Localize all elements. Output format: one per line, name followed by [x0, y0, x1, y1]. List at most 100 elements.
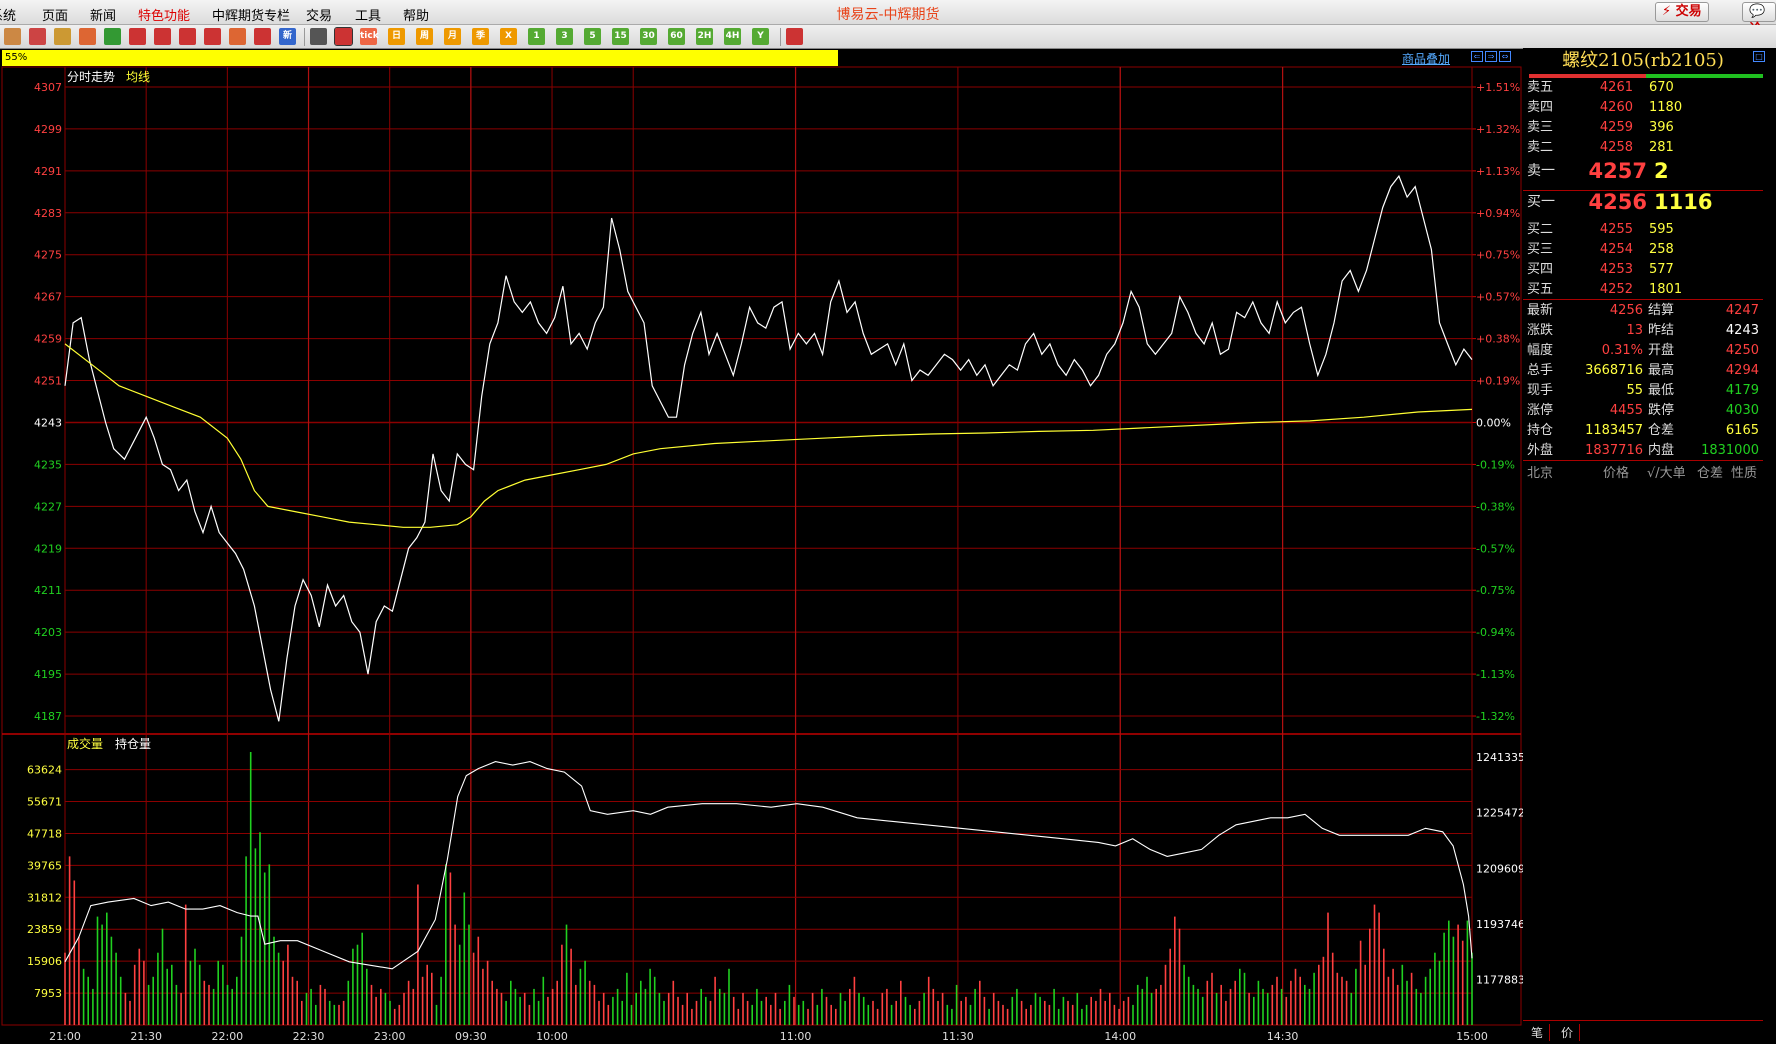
trade-button[interactable]: ⚡ 交易: [1655, 2, 1709, 22]
yearly-icon[interactable]: Y: [752, 28, 769, 45]
stat-item: 开盘 4250: [1648, 341, 1759, 361]
percent-tick-label: +1.32%: [1476, 123, 1520, 136]
stat-label: 幅度: [1527, 343, 1554, 358]
weekly-icon[interactable]: 周: [416, 28, 433, 45]
30min-icon[interactable]: 30: [640, 28, 657, 45]
ask-row[interactable]: 卖五 4261 670: [1523, 78, 1763, 98]
menu-item-4[interactable]: 中辉期货专栏: [212, 5, 290, 24]
order-price: 4252: [1599, 282, 1633, 297]
open-interest-legend-label: 持仓量: [115, 736, 151, 751]
stat-item: 仓差 6165: [1648, 421, 1759, 441]
restore-icon[interactable]: ⇐: [1471, 51, 1483, 62]
order-level-label: 卖一: [1527, 163, 1555, 179]
menu-item-6[interactable]: 工具: [355, 5, 381, 24]
ask-row[interactable]: 卖三 4259 396: [1523, 118, 1763, 138]
trade-header-col: 性质: [1731, 466, 1758, 481]
stat-value: 4179: [1725, 383, 1759, 398]
filter-icon[interactable]: [254, 28, 271, 45]
price-legend-label: 分时走势: [67, 70, 115, 84]
home-icon[interactable]: [29, 28, 46, 45]
bid-row[interactable]: 买一 4256 1116: [1523, 190, 1763, 214]
5min-icon[interactable]: 5: [584, 28, 601, 45]
time-axis-label: 10:00: [536, 1030, 568, 1043]
toolbar-separator: [304, 28, 305, 46]
order-volume: 2: [1654, 159, 1669, 183]
menu-item-2[interactable]: 新闻: [90, 5, 116, 24]
panel-toggle-icon[interactable]: □: [1753, 51, 1765, 62]
bid-row[interactable]: 买五 4252 1801: [1523, 280, 1763, 300]
15min-icon[interactable]: 15: [612, 28, 629, 45]
stat-value: 1837716: [1585, 443, 1643, 458]
book-icon[interactable]: [54, 28, 71, 45]
2hour-icon[interactable]: 2H: [696, 28, 713, 45]
stat-item: 最新 4256: [1527, 301, 1643, 321]
menu-item-3[interactable]: 特色功能: [138, 5, 190, 24]
tick-icon[interactable]: tick: [360, 28, 379, 45]
menu-item-0[interactable]: 系统: [0, 5, 16, 24]
price-tick-label: 4195: [34, 668, 62, 681]
order-price: 4257: [1588, 159, 1647, 183]
bid-row[interactable]: 买三 4254 258: [1523, 240, 1763, 260]
stat-item: 持仓 1183457: [1527, 421, 1643, 441]
quarterly-icon[interactable]: 季: [472, 28, 489, 45]
price-tick-label: 4251: [34, 375, 62, 388]
trade-tabs: 笔价: [1523, 1020, 1763, 1044]
ask-row[interactable]: 卖二 4258 281: [1523, 138, 1763, 158]
stat-value: 4243: [1725, 323, 1759, 338]
brush-icon[interactable]: [229, 28, 246, 45]
price-line: [64, 174, 1473, 722]
bid-row[interactable]: 买四 4253 577: [1523, 260, 1763, 280]
zoom-out-icon[interactable]: [154, 28, 171, 45]
volume-tick-label: 31812: [27, 891, 62, 904]
order-volume: 670: [1649, 80, 1674, 95]
intraday-chart-icon[interactable]: [334, 27, 353, 46]
stat-item: 最高 4294: [1648, 361, 1759, 381]
menu-item-5[interactable]: 交易: [306, 5, 332, 24]
percent-tick-label: -1.13%: [1476, 668, 1515, 681]
stat-value: 4250: [1725, 343, 1759, 358]
zoom-in-icon[interactable]: [129, 28, 146, 45]
stat-label: 内盘: [1648, 443, 1675, 458]
stat-item: 最低 4179: [1648, 381, 1759, 401]
1min-icon[interactable]: 1: [528, 28, 545, 45]
maximize-icon[interactable]: ⇒: [1485, 51, 1497, 62]
calendar-icon[interactable]: [786, 28, 803, 45]
daily-icon[interactable]: 日: [388, 28, 405, 45]
forum-button[interactable]: 💬论: [1742, 2, 1776, 37]
ask-row[interactable]: 卖一 4257 2: [1523, 159, 1763, 183]
bid-row[interactable]: 买二 4255 595: [1523, 220, 1763, 240]
close-panel-icon[interactable]: ⇔: [1499, 51, 1511, 62]
pen-icon[interactable]: [204, 28, 221, 45]
trade-tab-1[interactable]: 价: [1555, 1024, 1581, 1041]
monthly-icon[interactable]: 月: [444, 28, 461, 45]
volume-tick-label: 7953: [34, 987, 62, 1000]
overlay-commodity-link[interactable]: 商品叠加: [1402, 50, 1450, 67]
menu-item-1[interactable]: 页面: [42, 5, 68, 24]
open-interest-tick-label: 1209609: [1476, 862, 1523, 875]
stat-label: 外盘: [1527, 443, 1554, 458]
order-volume: 258: [1649, 242, 1674, 257]
60min-icon[interactable]: 60: [668, 28, 685, 45]
stat-label: 昨结: [1648, 323, 1675, 338]
time-axis-label: 22:00: [211, 1030, 243, 1043]
x-period-icon[interactable]: X: [500, 28, 517, 45]
new-icon[interactable]: 新: [279, 28, 296, 45]
order-volume: 396: [1649, 120, 1674, 135]
stat-value: 1831000: [1701, 443, 1759, 458]
order-price: 4258: [1599, 140, 1633, 155]
volume-tick-label: 23859: [27, 923, 62, 936]
stat-item: 涨跌 13: [1527, 321, 1643, 341]
3min-icon[interactable]: 3: [556, 28, 573, 45]
4hour-icon[interactable]: 4H: [724, 28, 741, 45]
news-icon[interactable]: [79, 28, 96, 45]
refresh-icon[interactable]: [104, 28, 121, 45]
order-price: 4256: [1588, 190, 1647, 214]
stat-label: 仓差: [1648, 423, 1675, 438]
window-icon[interactable]: [179, 28, 196, 45]
time-axis-label: 22:30: [293, 1030, 325, 1043]
door-icon[interactable]: [4, 28, 21, 45]
menu-item-7[interactable]: 帮助: [403, 5, 429, 24]
ask-row[interactable]: 卖四 4260 1180: [1523, 98, 1763, 118]
trade-tab-0[interactable]: 笔: [1525, 1024, 1551, 1041]
table-icon[interactable]: [310, 28, 327, 45]
